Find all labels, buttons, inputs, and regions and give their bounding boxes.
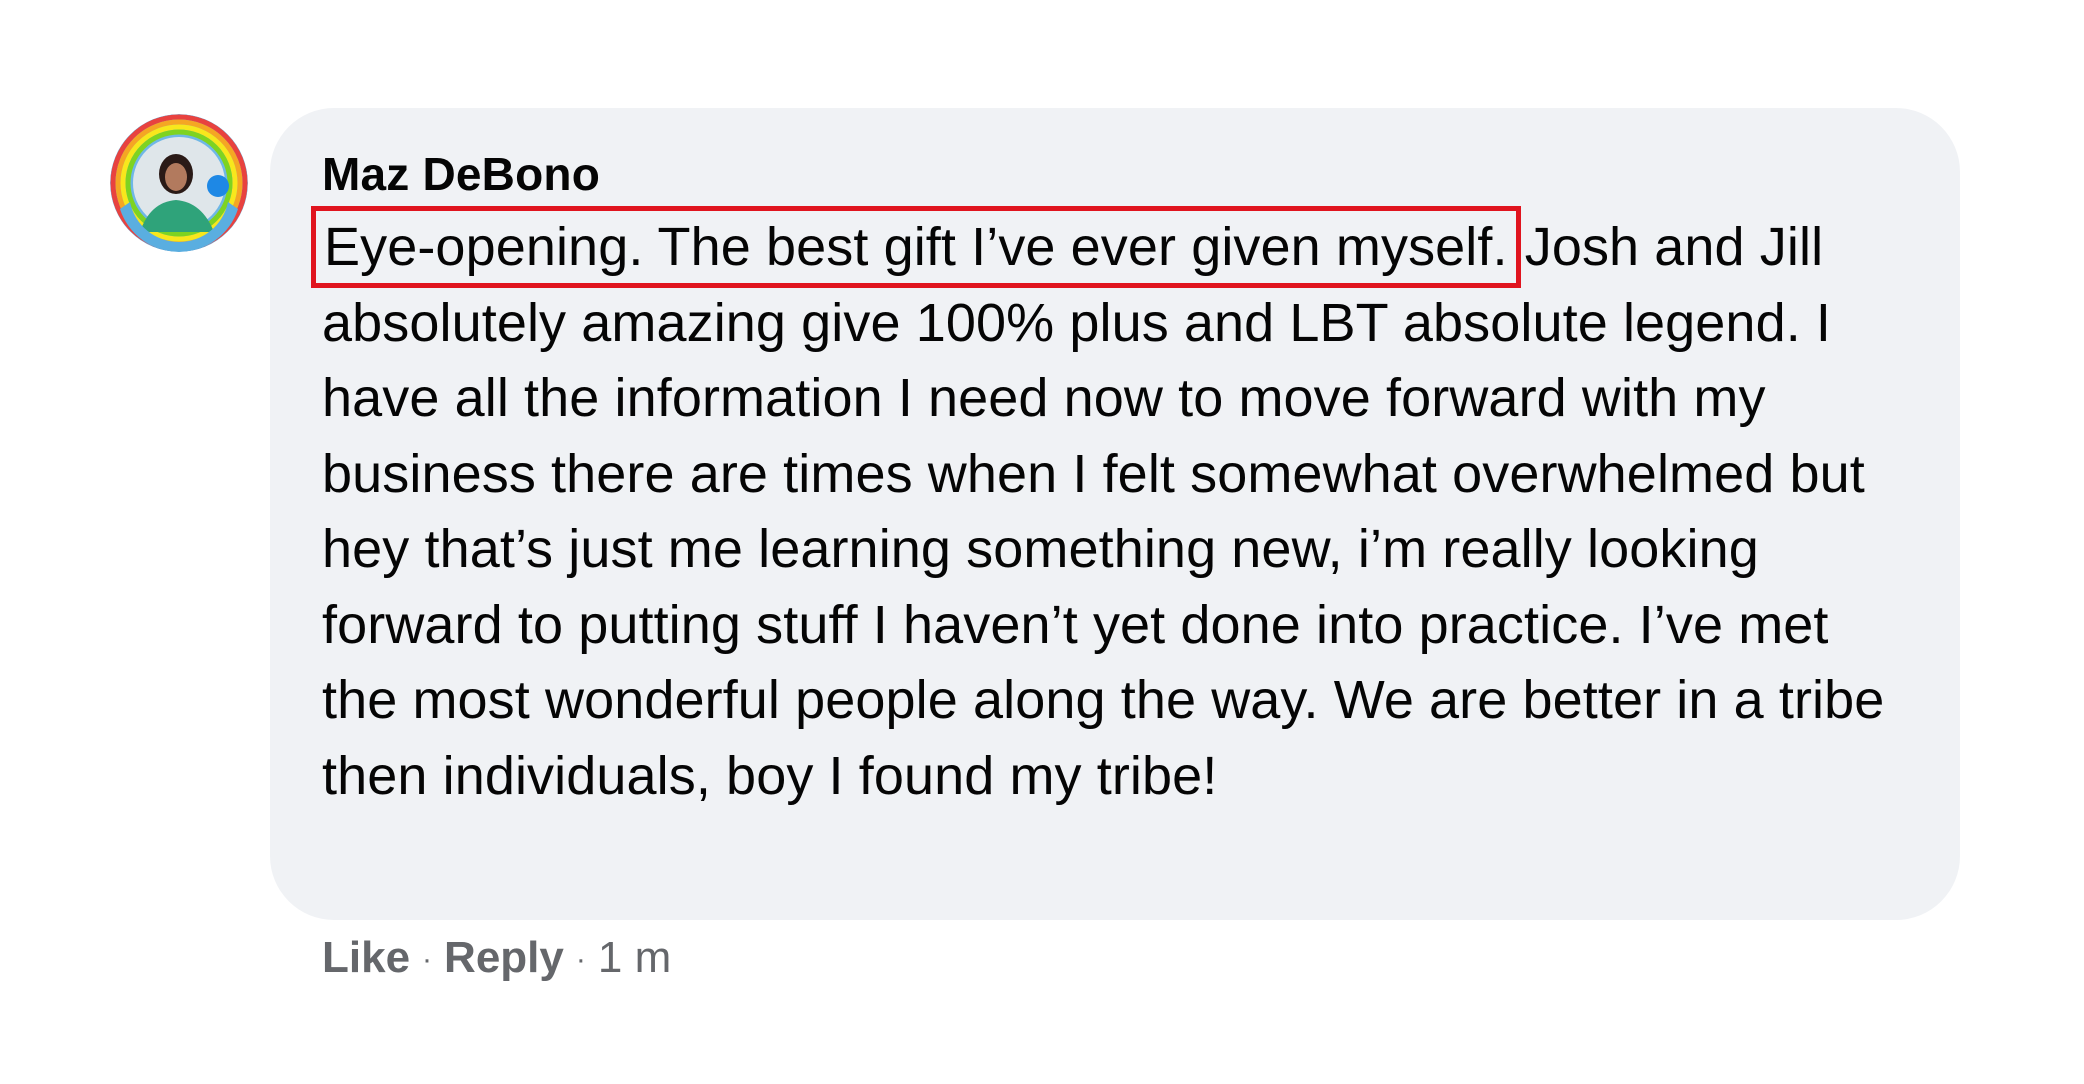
separator-dot: · bbox=[422, 943, 433, 977]
comment-author-name[interactable]: Maz DeBono bbox=[322, 146, 1920, 202]
comment-container: Maz DeBono Eye-opening. The best gift I’… bbox=[0, 0, 2084, 1084]
avatar[interactable] bbox=[110, 114, 248, 252]
like-button[interactable]: Like bbox=[322, 933, 410, 982]
profile-photo-with-vaccine-frame bbox=[110, 114, 248, 252]
comment-bubble: Maz DeBono Eye-opening. The best gift I’… bbox=[270, 108, 1960, 920]
comment-text: Eye-opening. The best gift I’ve ever giv… bbox=[311, 206, 1902, 814]
reply-button[interactable]: Reply bbox=[444, 933, 564, 982]
comment-timestamp[interactable]: 1 m bbox=[598, 933, 671, 982]
comment-text-remainder: Josh and Jill absolutely amazing give 10… bbox=[322, 217, 1885, 806]
highlighted-phrase: Eye-opening. The best gift I’ve ever giv… bbox=[311, 206, 1521, 288]
comment-actions: Like · Reply · 1 m bbox=[322, 930, 671, 988]
separator-dot: · bbox=[575, 943, 586, 977]
